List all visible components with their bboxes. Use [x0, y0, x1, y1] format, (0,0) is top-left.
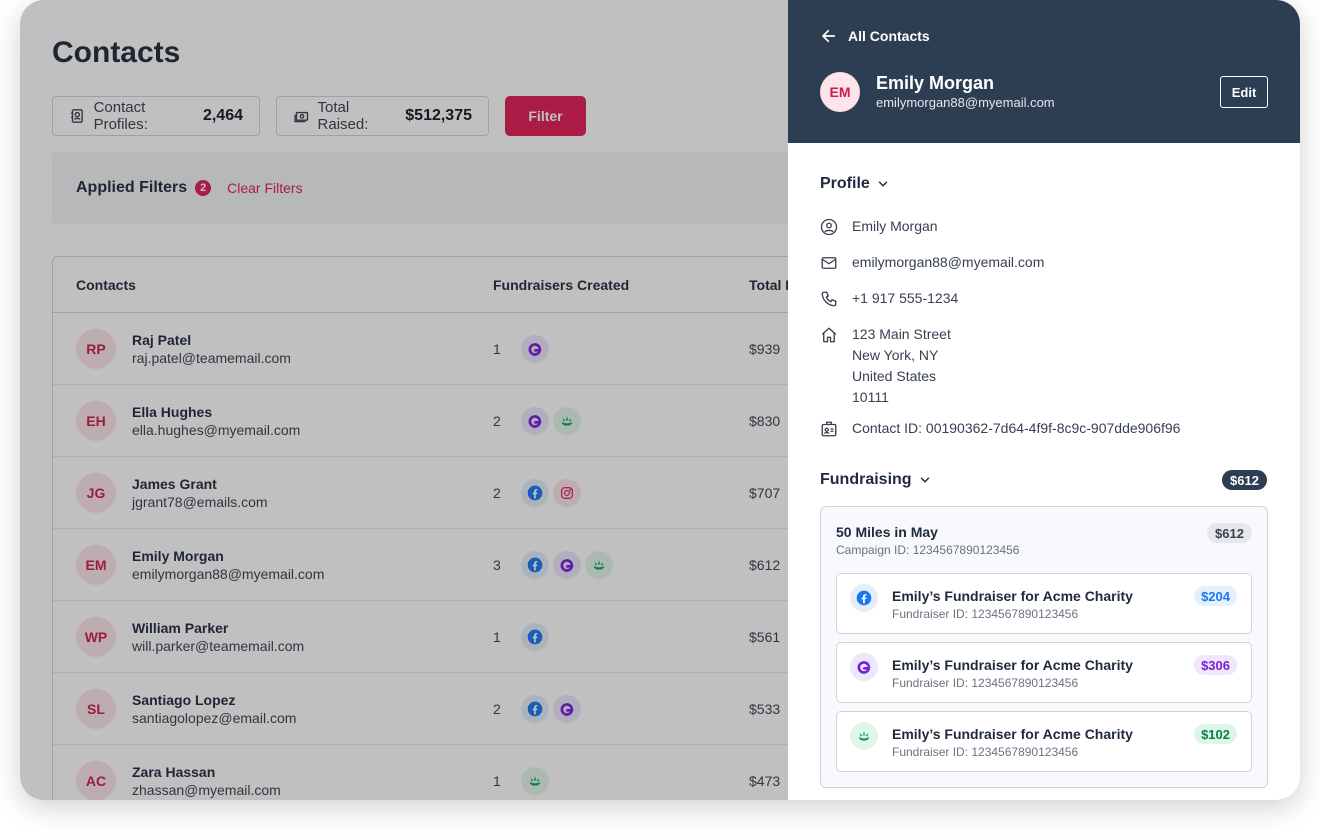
panel-header: All Contacts EM Emily Morgan emilymorgan… [788, 0, 1300, 143]
fundraiser-title: Emily’s Fundraiser for Acme Charity [892, 588, 1133, 604]
profile-name: Emily Morgan [852, 218, 938, 234]
fundraiser-amount-badge: $204 [1194, 586, 1237, 606]
chevron-down-icon [878, 181, 888, 187]
profile-name-row: Emily Morgan [820, 216, 938, 237]
profile-phone[interactable]: +1 917 555-1234 [852, 288, 958, 309]
fundraiser-card[interactable]: Emily’s Fundraiser for Acme Charity Fundr… [836, 573, 1252, 634]
back-label: All Contacts [848, 28, 930, 44]
campaign-amount-badge: $612 [1207, 523, 1252, 543]
fundraiser-card[interactable]: Emily’s Fundraiser for Acme Charity Fundr… [836, 642, 1252, 703]
fundraising-total-badge: $612 [1222, 470, 1267, 490]
fundraiser-title: Emily’s Fundraiser for Acme Charity [892, 726, 1133, 742]
home-icon [821, 327, 837, 343]
phone-icon [821, 291, 837, 307]
contact-email: emilymorgan88@myemail.com [876, 95, 1055, 110]
campaign-title: 50 Miles in May [836, 524, 938, 540]
fundraiser-amount-badge: $306 [1194, 655, 1237, 675]
fundraising-section-toggle[interactable]: Fundraising [820, 471, 932, 489]
profile-contact-id: Contact ID: 00190362-7d64-4f9f-8c9c-907d… [852, 420, 1181, 436]
contact-name: Emily Morgan [876, 73, 995, 93]
fundraiser-card[interactable]: Emily’s Fundraiser for Acme Charity Fundr… [836, 711, 1252, 772]
profile-section-title: Profile [820, 175, 870, 192]
profile-section-toggle[interactable]: Profile [820, 175, 890, 193]
campaign-id: Campaign ID: 1234567890123456 [836, 543, 1020, 557]
leaf-platform-icon [850, 722, 878, 750]
fundraiser-title: Emily’s Fundraiser for Acme Charity [892, 657, 1133, 673]
edit-button[interactable]: Edit [1220, 76, 1268, 108]
profile-address-row: 123 Main Street New York, NY United Stat… [820, 324, 951, 408]
profile-email[interactable]: emilymorgan88@myemail.com [852, 252, 1044, 273]
contact-detail-panel: All Contacts EM Emily Morgan emilymorgan… [788, 0, 1300, 800]
fundraising-section-title: Fundraising [820, 471, 912, 488]
chevron-down-icon [920, 477, 929, 483]
campaign-card[interactable]: 50 Miles in May Campaign ID: 12345678901… [820, 506, 1268, 788]
fundraiser-id: Fundraiser ID: 1234567890123456 [892, 607, 1079, 621]
address-line: 123 Main Street [852, 326, 951, 342]
facebook-icon [850, 584, 878, 612]
profile-email-row: emilymorgan88@myemail.com [820, 252, 1044, 273]
fundraiser-id: Fundraiser ID: 1234567890123456 [892, 676, 1079, 690]
arrow-left-icon [822, 29, 836, 43]
profile-phone-row: +1 917 555-1234 [820, 288, 958, 309]
fundraiser-id: Fundraiser ID: 1234567890123456 [892, 745, 1079, 759]
id-badge-icon [821, 421, 837, 437]
avatar: EM [820, 72, 860, 112]
app-window: Contacts Contact Profiles: 2,464 Total R… [20, 0, 1300, 800]
mail-icon [821, 257, 837, 269]
address-line: United States [852, 368, 937, 384]
address-line: New York, NY [852, 347, 939, 363]
fundraiser-amount-badge: $102 [1194, 724, 1237, 744]
back-to-all-contacts[interactable]: All Contacts [820, 27, 930, 45]
profile-address: 123 Main Street New York, NY United Stat… [852, 324, 951, 408]
address-line: 10111 [852, 389, 889, 405]
profile-contact-id-row: Contact ID: 00190362-7d64-4f9f-8c9c-907d… [820, 418, 1180, 439]
g-platform-icon [850, 653, 878, 681]
user-circle-icon [820, 218, 838, 236]
